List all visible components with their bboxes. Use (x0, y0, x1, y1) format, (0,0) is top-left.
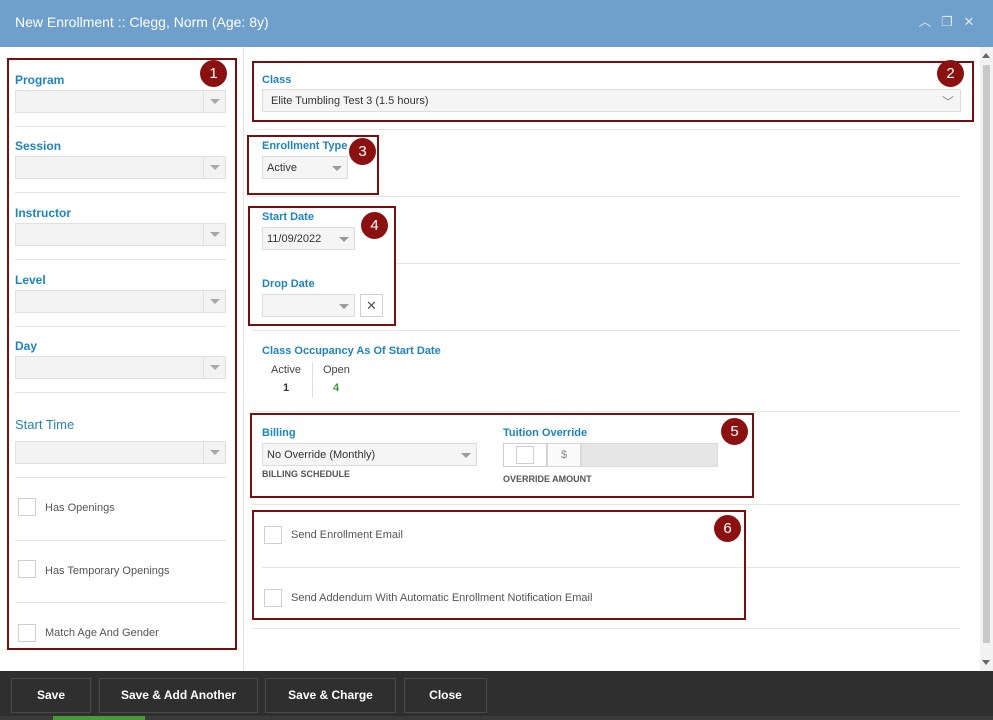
divider (252, 628, 960, 629)
scroll-up-icon[interactable] (982, 53, 990, 58)
annotation-badge-1: 1 (200, 60, 227, 87)
window-title: New Enrollment :: Clegg, Norm (Age: 8y) (15, 14, 269, 30)
occupancy-label: Class Occupancy As Of Start Date (262, 345, 441, 357)
divider (252, 504, 960, 505)
annotation-box-5 (250, 413, 754, 498)
annotation-box-1 (7, 58, 237, 650)
divider (396, 263, 960, 264)
occupancy-open-label: Open (323, 364, 350, 376)
annotation-box-6 (252, 510, 746, 620)
occupancy-active-value: 1 (283, 382, 290, 394)
restore-icon[interactable]: ❐ (939, 13, 955, 31)
footer-strip (0, 716, 993, 720)
scrollbar-thumb[interactable] (983, 65, 990, 643)
divider (252, 196, 960, 197)
save-add-another-button[interactable]: Save & Add Another (99, 678, 258, 713)
occupancy-active-label: Active (271, 364, 301, 376)
annotation-box-2 (252, 61, 974, 122)
footer-bar: Save Save & Add Another Save & Charge Cl… (0, 671, 993, 720)
annotation-badge-2: 2 (937, 60, 964, 87)
annotation-badge-3: 3 (349, 138, 376, 165)
window-titlebar: New Enrollment :: Clegg, Norm (Age: 8y) … (0, 0, 993, 47)
divider (312, 362, 313, 398)
close-icon[interactable]: ✕ (961, 13, 977, 31)
close-button[interactable]: Close (404, 678, 487, 713)
save-button[interactable]: Save (11, 678, 91, 713)
annotation-badge-6: 6 (714, 515, 741, 542)
annotation-badge-5: 5 (721, 418, 748, 445)
divider (252, 411, 960, 412)
scroll-down-icon[interactable] (982, 660, 990, 665)
save-charge-button[interactable]: Save & Charge (265, 678, 396, 713)
progress-strip (53, 716, 145, 720)
divider (252, 330, 960, 331)
occupancy-open-value: 4 (333, 382, 340, 394)
scrollbar[interactable] (980, 47, 993, 671)
divider (252, 129, 960, 130)
minimize-icon[interactable]: ︿ (917, 13, 933, 31)
annotation-badge-4: 4 (361, 212, 388, 239)
